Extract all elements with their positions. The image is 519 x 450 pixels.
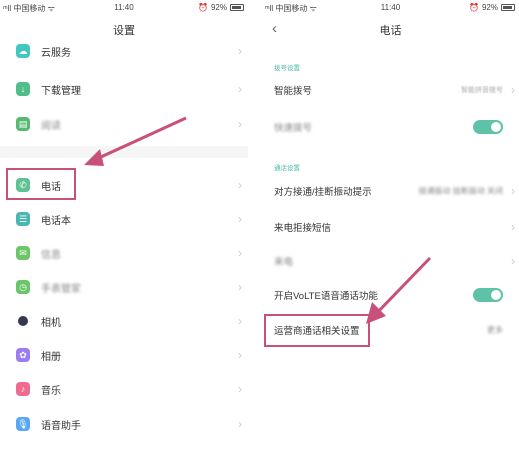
arrow-head-phone bbox=[84, 149, 104, 166]
arrow-to-phone bbox=[89, 116, 187, 164]
arrow-to-carrier-settings bbox=[370, 256, 432, 320]
annotation-arrows bbox=[84, 116, 432, 324]
